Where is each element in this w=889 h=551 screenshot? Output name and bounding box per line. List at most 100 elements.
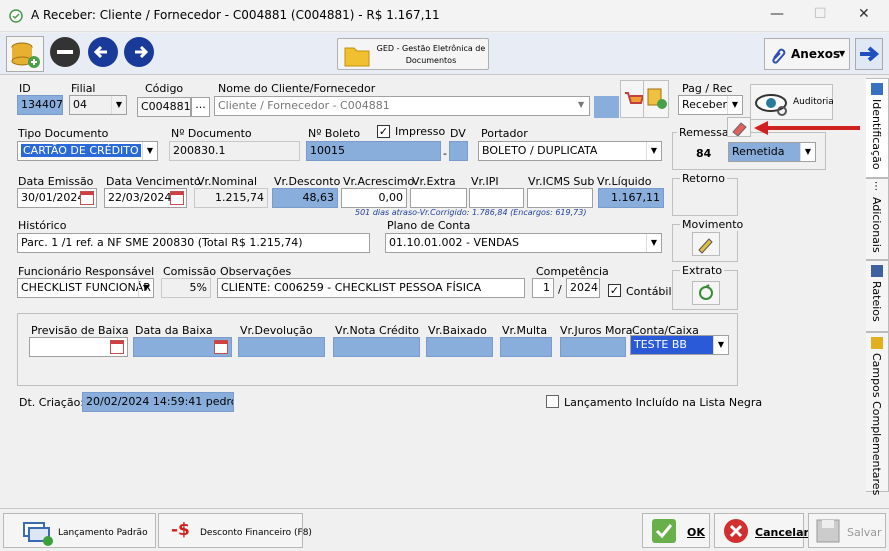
- vr-ipi-label: Vr.IPI: [471, 175, 499, 188]
- tab-campos-label: Campos Complementares: [870, 353, 883, 496]
- lancamento-padrao-button[interactable]: Lançamento Padrão: [3, 513, 156, 548]
- n-doc-field[interactable]: 200830.1: [169, 141, 300, 161]
- chevron-down-icon[interactable]: ▼: [578, 100, 584, 109]
- id-field[interactable]: 134407: [17, 95, 63, 115]
- vr-juros-field[interactable]: [560, 337, 626, 357]
- vr-devolucao-field[interactable]: [238, 337, 325, 357]
- plano-select[interactable]: 01.10.01.002 - VENDAS ▼: [385, 233, 662, 253]
- document-add-icon: [647, 88, 667, 109]
- filial-select[interactable]: 04 ▼: [69, 95, 127, 115]
- vr-liquido-field[interactable]: 1.167,11: [598, 188, 664, 208]
- document-add-button[interactable]: [643, 80, 669, 118]
- eye-magnifier-icon: [755, 94, 787, 116]
- vr-nominal-field[interactable]: 1.215,74: [194, 188, 268, 208]
- impresso-checkbox[interactable]: ✓: [377, 125, 390, 138]
- tab-rateios[interactable]: Rateios: [866, 260, 889, 332]
- calendar-icon[interactable]: [80, 191, 94, 205]
- remessa-num: 84: [696, 147, 712, 160]
- plano-value: 01.10.01.002 - VENDAS: [389, 236, 519, 249]
- comp-mes-field[interactable]: 1: [532, 278, 554, 298]
- comp-ano-field[interactable]: 2024: [566, 278, 600, 298]
- codigo-field[interactable]: C004881: [137, 97, 191, 117]
- codigo-lookup-button[interactable]: ...: [191, 97, 210, 117]
- vr-desconto-field[interactable]: 48,63: [272, 188, 338, 208]
- dt-criacao-field[interactable]: 20/02/2024 14:59:41 pedro: [82, 392, 234, 412]
- auditoria-button[interactable]: Auditoria: [750, 84, 834, 120]
- database-add-button[interactable]: [6, 36, 44, 72]
- vr-multa-field[interactable]: [500, 337, 552, 357]
- ok-button[interactable]: OK: [642, 513, 710, 548]
- arrow-left-icon: [93, 45, 107, 59]
- dollar-minus-icon: -$: [171, 520, 190, 540]
- salvar-label: Salvar: [847, 526, 882, 539]
- vr-ipi-field[interactable]: [469, 188, 524, 208]
- pagrec-select[interactable]: Receber ▼: [678, 95, 743, 115]
- close-button[interactable]: ✕: [858, 6, 870, 22]
- movimento-button[interactable]: [692, 232, 720, 256]
- eraser-button[interactable]: [727, 117, 751, 137]
- salvar-button[interactable]: Salvar: [808, 513, 886, 548]
- func-select[interactable]: CHECKLIST FUNCIONÁR ▼: [17, 278, 154, 298]
- exit-button[interactable]: [855, 38, 883, 70]
- tab-adicionais[interactable]: ⋯ Adicionais: [866, 178, 889, 260]
- tab-identificacao[interactable]: Identificação: [866, 78, 889, 178]
- n-boleto-field[interactable]: 10015: [306, 141, 441, 161]
- comissao-field[interactable]: 5%: [161, 278, 211, 298]
- filial-value: 04: [73, 98, 87, 111]
- lista-negra-checkbox[interactable]: [546, 395, 559, 408]
- tab-campos-complementares[interactable]: Campos Complementares: [866, 332, 889, 496]
- vr-desconto-label: Vr.Desconto: [274, 175, 341, 188]
- ok-label: OK: [687, 526, 705, 539]
- vr-nota-credito-label: Vr.Nota Crédito: [335, 324, 419, 337]
- next-button[interactable]: [124, 37, 154, 67]
- contabil-checkbox[interactable]: ✓: [608, 284, 621, 297]
- ged-button[interactable]: GED - Gestão Eletrônica de Documentos: [337, 38, 489, 70]
- anexos-button[interactable]: Anexos ▼: [764, 38, 850, 70]
- calendar-icon[interactable]: [110, 340, 124, 354]
- pagrec-label: Pag / Rec: [682, 82, 733, 95]
- chevron-down-icon: ▼: [646, 234, 661, 252]
- remove-button[interactable]: [50, 37, 80, 67]
- obs-field[interactable]: CLIENTE: C006259 - CHECKLIST PESSOA FÍSI…: [217, 278, 525, 298]
- anexos-label: Anexos: [791, 47, 841, 61]
- tipo-doc-select[interactable]: CARTÃO DE CRÉDITO ▼: [17, 141, 158, 161]
- nome-field[interactable]: Cliente / Fornecedor - C004881: [214, 96, 590, 116]
- arrow-right-exit-icon: [860, 46, 880, 62]
- vr-liquido-label: Vr.Líquido: [597, 175, 652, 188]
- historico-field[interactable]: Parc. 1 /1 ref. a NF SME 200830 (Total R…: [17, 233, 370, 253]
- tab-rateios-label: Rateios: [870, 281, 883, 322]
- calendar-icon[interactable]: [214, 340, 228, 354]
- maximize-button[interactable]: ☐: [814, 6, 827, 22]
- vr-nota-credito-field[interactable]: [333, 337, 420, 357]
- cancelar-button[interactable]: Cancelar: [714, 513, 809, 548]
- refresh-document-icon: [699, 284, 713, 300]
- conta-caixa-value: TESTE BB: [634, 338, 687, 351]
- extrato-label: Extrato: [680, 264, 725, 277]
- vr-icms-label: Vr.ICMS Sub: [528, 175, 595, 188]
- plano-label: Plano de Conta: [387, 219, 471, 232]
- chevron-down-icon: ▼: [800, 143, 815, 161]
- conta-caixa-select[interactable]: TESTE BB ▼: [630, 335, 729, 355]
- remessa-status-select[interactable]: Remetida ▼: [728, 142, 816, 162]
- calendar-icon[interactable]: [170, 191, 184, 205]
- contabil-label: Contábil: [626, 285, 672, 298]
- vr-baixado-field[interactable]: [426, 337, 493, 357]
- extrato-button[interactable]: [692, 281, 720, 305]
- previous-button[interactable]: [88, 37, 118, 67]
- desconto-button[interactable]: -$ Desconto Financeiro (F8): [158, 513, 312, 548]
- portador-select[interactable]: BOLETO / DUPLICATA ▼: [478, 141, 662, 161]
- chevron-down-icon: ▼: [839, 49, 846, 58]
- historico-label: Histórico: [18, 219, 67, 232]
- vr-icms-field[interactable]: [527, 188, 593, 208]
- data-emissao-label: Data Emissão: [18, 175, 94, 188]
- tipo-doc-value: CARTÃO DE CRÉDITO: [21, 144, 141, 157]
- dv-field[interactable]: [449, 141, 468, 161]
- eraser-icon: [732, 122, 747, 137]
- minimize-button[interactable]: —: [770, 6, 784, 22]
- cancel-icon: [724, 519, 748, 543]
- vr-acrescimo-field[interactable]: 0,00: [341, 188, 407, 208]
- vr-extra-field[interactable]: [410, 188, 467, 208]
- cards-add-icon: [23, 522, 53, 546]
- impresso-label: Impresso: [395, 125, 446, 138]
- cancelar-label: Cancelar: [755, 526, 809, 539]
